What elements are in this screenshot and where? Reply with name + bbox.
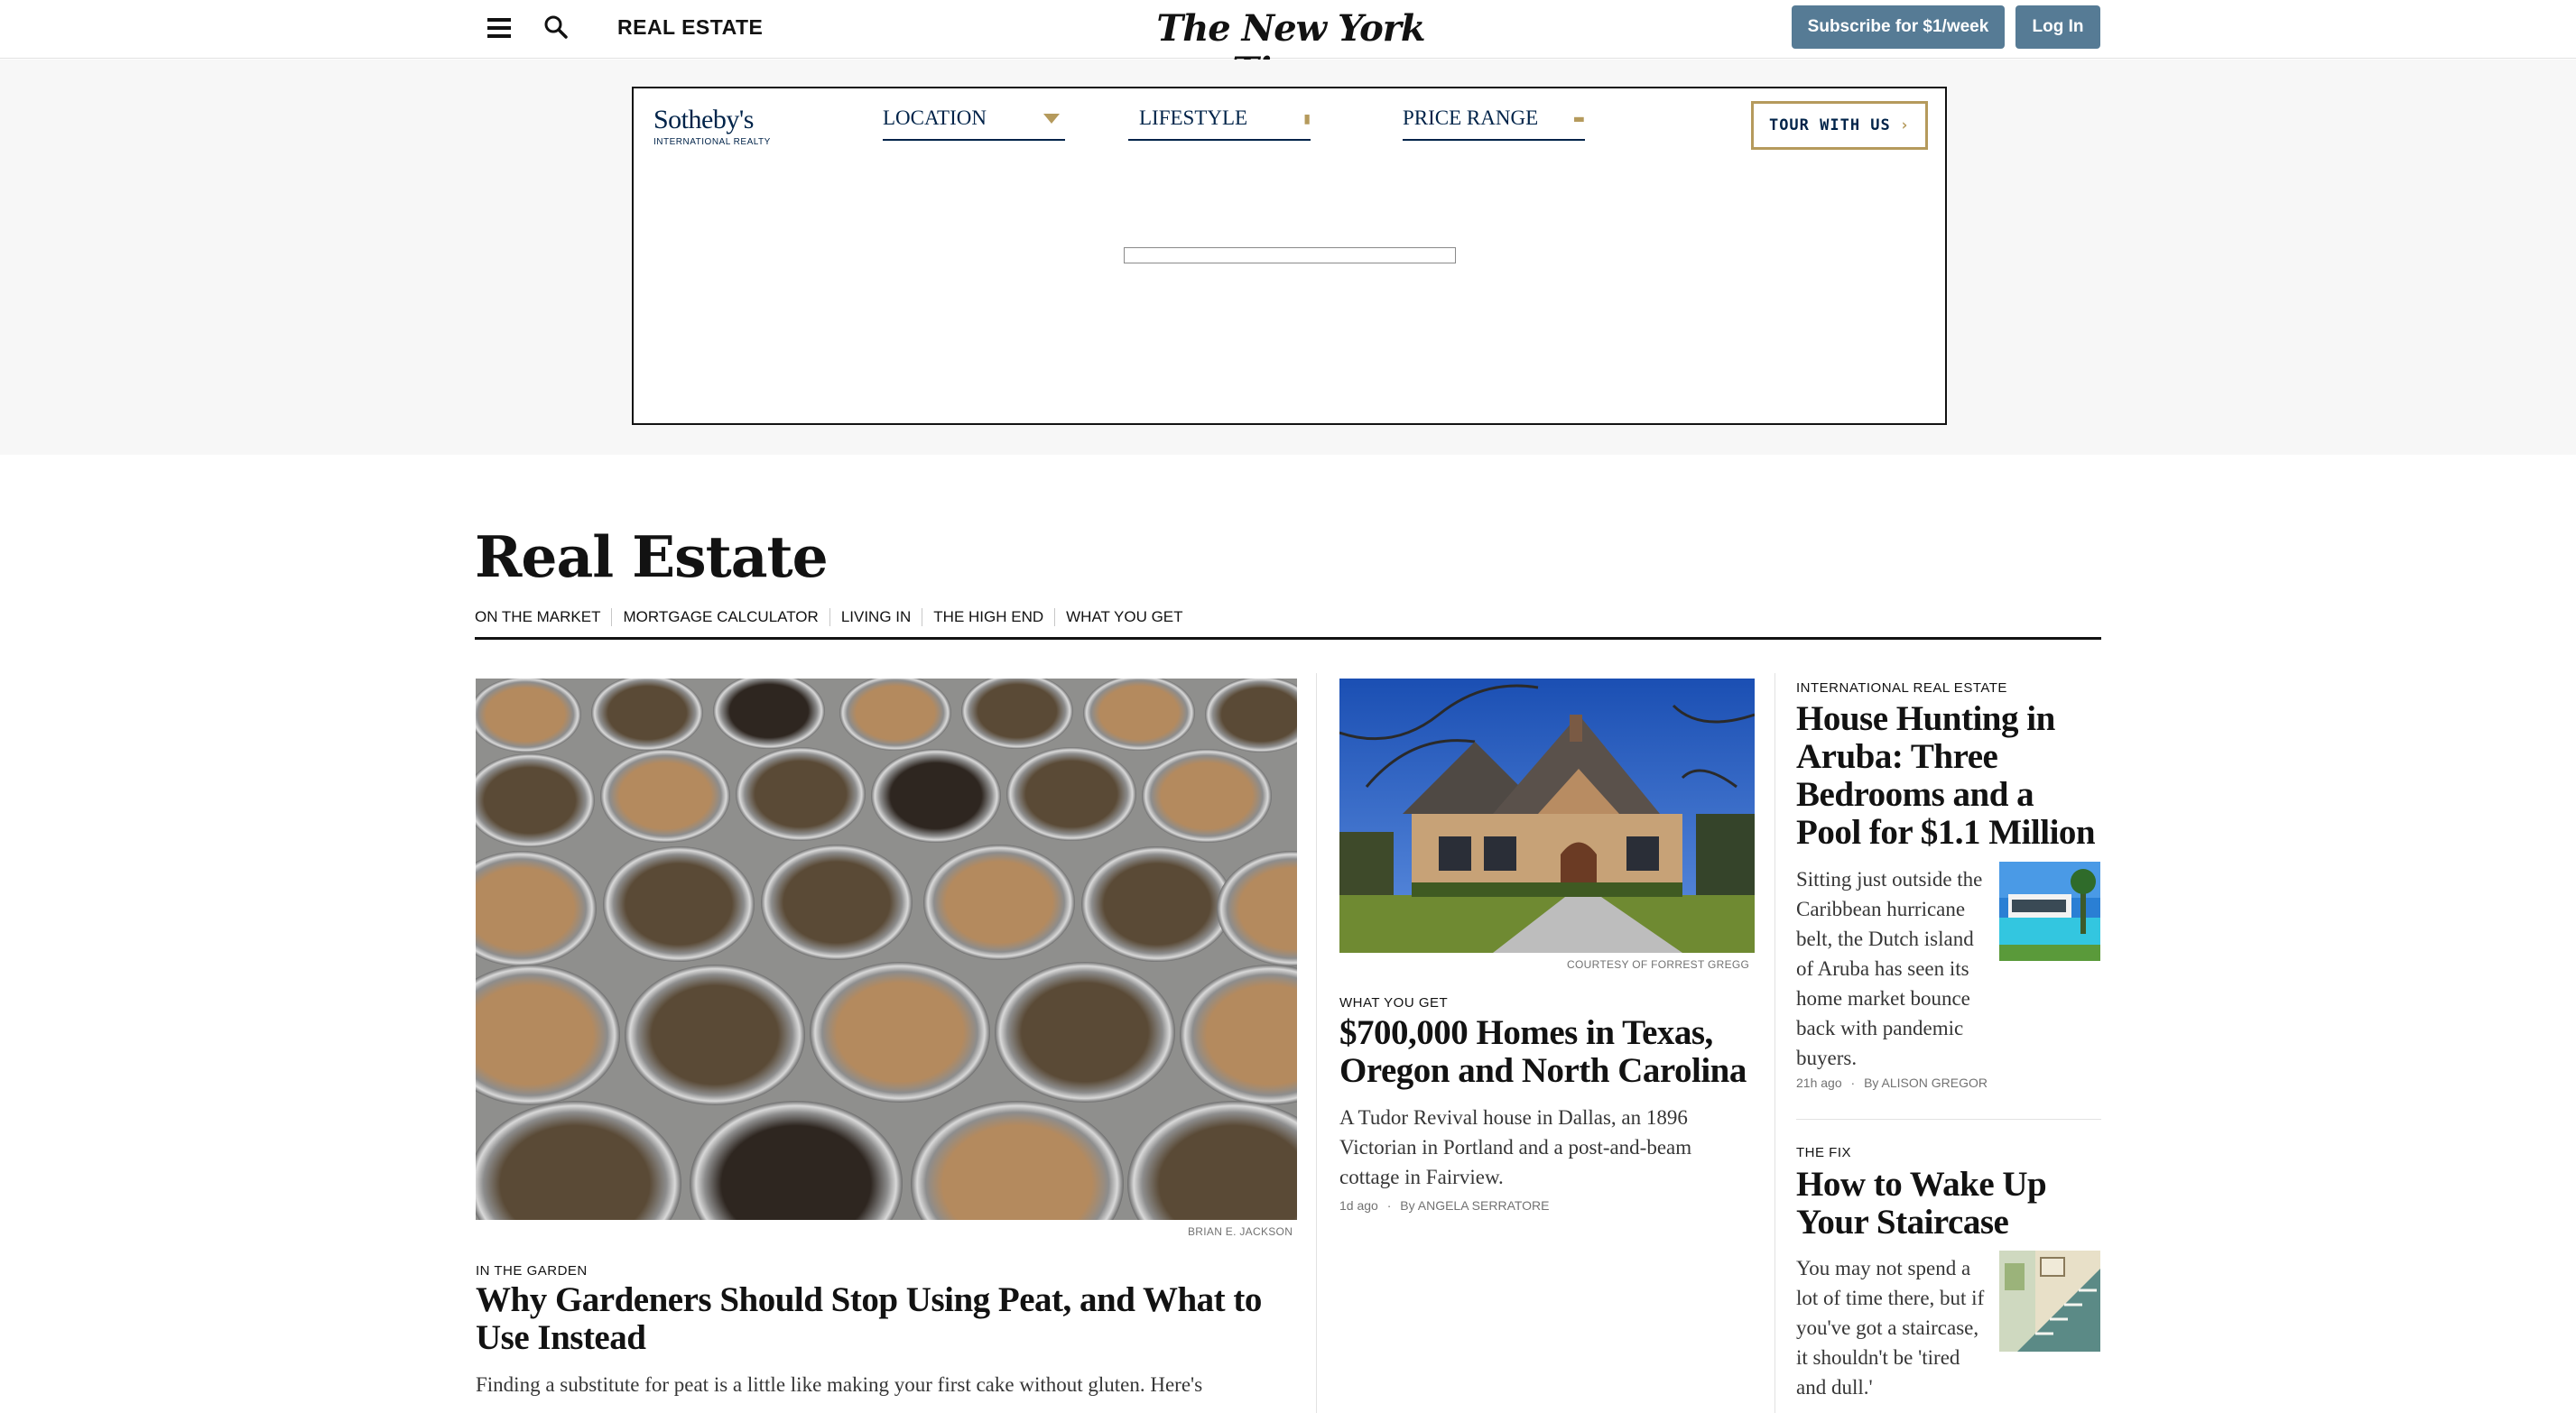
photo-credit: COURTESY OF FORREST GREGG — [1567, 958, 1750, 971]
byline-prefix: By — [1400, 1198, 1415, 1213]
hamburger-menu-icon[interactable] — [487, 18, 511, 38]
aruba-summary-top: Sitting just outside the Caribbean hurri… — [1796, 864, 1988, 1073]
lead-headline[interactable]: Why Gardeners Should Stop Using Peat, an… — [476, 1281, 1288, 1357]
subnav-the-high-end[interactable]: THE HIGH END — [933, 608, 1043, 626]
staircase-thumbnail[interactable] — [1999, 1251, 2100, 1352]
bowls-of-mulch-photo[interactable] — [476, 679, 1297, 1220]
search-icon[interactable] — [543, 14, 569, 40]
aruba-summary: Sitting just outside the Caribbean hurri… — [1796, 868, 1983, 1069]
story-kicker[interactable]: INTERNATIONAL REAL ESTATE — [1796, 680, 2007, 696]
subnav-mortgage-calculator[interactable]: MORTGAGE CALCULATOR — [623, 608, 818, 626]
story-timestamp: 21h ago — [1796, 1076, 1842, 1090]
story-kicker[interactable]: THE FIX — [1796, 1145, 1851, 1160]
login-button[interactable]: Log In — [2015, 5, 2100, 49]
lead-summary: Finding a substitute for peat is a littl… — [476, 1373, 1203, 1396]
column-divider — [1316, 673, 1317, 1413]
story-author[interactable]: ANGELA SERRATORE — [1418, 1198, 1550, 1213]
story-kicker[interactable]: IN THE GARDEN — [476, 1263, 588, 1279]
arrow-icon: › — [1899, 116, 1911, 134]
story-kicker[interactable]: WHAT YOU GET — [1339, 995, 1448, 1011]
section-rule — [475, 637, 2101, 640]
story-meta: 21h ago · By ALISON GREGOR — [1796, 1076, 1988, 1090]
section-link-real-estate[interactable]: REAL ESTATE — [617, 15, 763, 40]
aruba-pool-house-thumbnail[interactable] — [1999, 862, 2100, 961]
story-meta: 1d ago · By ANGELA SERRATORE — [1339, 1198, 1550, 1213]
ad-filter-price-range[interactable]: PRICE RANGE ▬ — [1403, 106, 1585, 141]
sothebys-brand-name: Sotheby's — [653, 105, 754, 134]
staircase-summary: You may not spend a lot of time there, b… — [1796, 1257, 1985, 1399]
column-divider — [1774, 673, 1775, 1413]
photo-credit: BRIAN E. JACKSON — [1188, 1225, 1293, 1238]
sothebys-logo[interactable]: Sotheby's INTERNATIONAL REALTY — [653, 105, 771, 147]
subscribe-button[interactable]: Subscribe for $1/week — [1792, 5, 2005, 49]
subnav-what-you-get[interactable]: WHAT YOU GET — [1066, 608, 1182, 626]
byline-prefix: By — [1864, 1076, 1879, 1090]
tour-label: TOUR WITH US — [1768, 116, 1891, 134]
subnav-divider — [1054, 608, 1056, 626]
caret-down-icon — [1043, 114, 1060, 124]
subnav-divider — [611, 608, 613, 626]
tudor-revival-house-photo[interactable] — [1339, 679, 1755, 953]
staircase-headline[interactable]: How to Wake Up Your Staircase — [1796, 1166, 2067, 1242]
middle-summary: A Tudor Revival house in Dallas, an 1896… — [1339, 1106, 1692, 1188]
tour-with-us-button[interactable]: TOUR WITH US › — [1751, 101, 1928, 150]
middle-headline[interactable]: $700,000 Homes in Texas, Oregon and Nort… — [1339, 1014, 1755, 1090]
story-author[interactable]: ALISON GREGOR — [1882, 1076, 1988, 1090]
story-divider — [1796, 1119, 2101, 1120]
ad-filter-label: PRICE RANGE — [1403, 106, 1539, 129]
ad-filter-label: LIFESTYLE — [1139, 106, 1248, 129]
price-icon: ▬ — [1572, 112, 1585, 126]
story-timestamp: 1d ago — [1339, 1198, 1378, 1213]
sothebys-brand-sub: INTERNATIONAL REALTY — [653, 137, 771, 147]
ad-loading-bar — [1124, 247, 1456, 263]
ad-filter-lifestyle[interactable]: LIFESTYLE ▮ — [1128, 106, 1311, 141]
aruba-headline[interactable]: House Hunting in Aruba: Three Bedrooms a… — [1796, 700, 2103, 852]
meta-separator: · — [1386, 1198, 1392, 1213]
top-navigation-bar: REAL ESTATE The New York Times Subscribe… — [0, 0, 2576, 92]
sothebys-advertisement[interactable]: Sotheby's INTERNATIONAL REALTY LOCATION … — [632, 87, 1947, 425]
subnav-divider — [829, 608, 830, 626]
meta-separator: · — [1850, 1076, 1856, 1090]
section-subnav: ON THE MARKET MORTGAGE CALCULATOR LIVING… — [475, 608, 1183, 626]
lifestyle-icon: ▮ — [1303, 112, 1311, 126]
page-title: Real Estate — [475, 523, 829, 590]
subnav-on-the-market[interactable]: ON THE MARKET — [475, 608, 600, 626]
ad-filter-label: LOCATION — [883, 106, 987, 129]
ad-filter-location[interactable]: LOCATION — [883, 106, 1065, 141]
subnav-living-in[interactable]: LIVING IN — [841, 608, 911, 626]
